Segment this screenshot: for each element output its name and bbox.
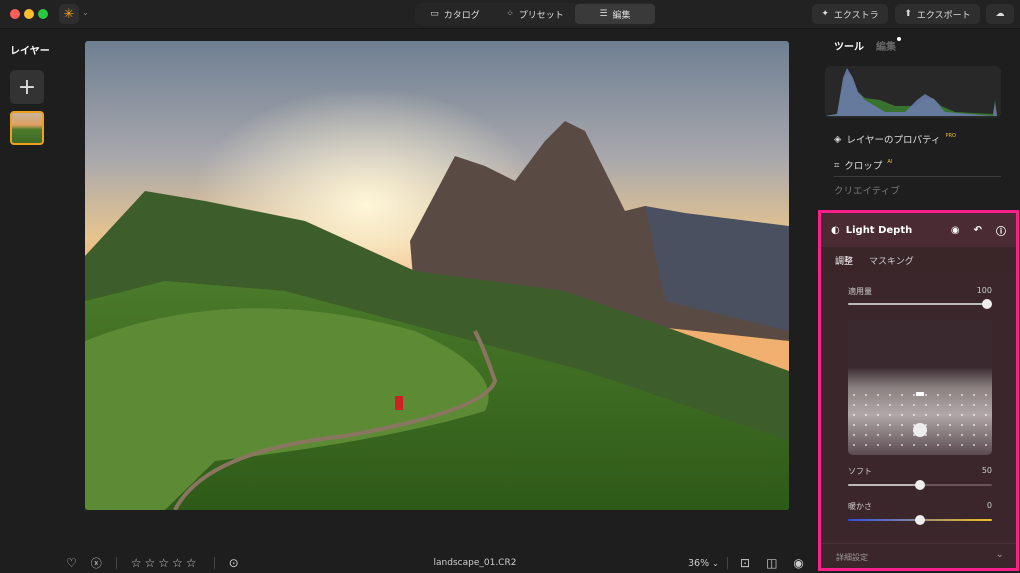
- amount-slider[interactable]: [848, 299, 992, 309]
- landscape-photo: [85, 41, 789, 510]
- extras-button[interactable]: ✦ エクストラ: [812, 4, 888, 24]
- warmth-slider[interactable]: [848, 515, 992, 525]
- light-depth-header: ◐ Light Depth ◉ ↶ ⓘ: [821, 213, 1016, 247]
- crop-icon: ⌗: [834, 159, 840, 171]
- sliders-icon: ☰: [599, 9, 608, 19]
- reset-undo-icon[interactable]: ↶: [974, 225, 982, 236]
- tab-catalog[interactable]: ▭ カタログ: [415, 4, 495, 24]
- histogram: [825, 66, 1001, 118]
- chevron-down-icon[interactable]: ⌄: [996, 549, 1004, 560]
- sun-logo-icon: ✳: [63, 6, 75, 22]
- close-window-button[interactable]: [10, 9, 20, 19]
- light-depth-icon: ◐: [831, 224, 840, 236]
- cloud-button[interactable]: ☁: [986, 4, 1014, 24]
- minimize-window-button[interactable]: [24, 9, 34, 19]
- wand-icon: ⁘: [506, 9, 514, 19]
- amount-label: 適用量: [848, 287, 872, 296]
- depth-map-control[interactable]: [848, 320, 992, 455]
- tab-edit[interactable]: ☰ 編集: [575, 4, 655, 24]
- advanced-settings-toggle[interactable]: 詳細設定: [836, 552, 868, 563]
- crop-item[interactable]: ⌗ クロップ AI: [834, 158, 892, 172]
- heart-icon[interactable]: ♡: [66, 556, 77, 570]
- top-bar: ✳ ⌄ ▭ カタログ ⁘ プリセット ☰ 編集 ✦ エクストラ ⬆ エクスポート ☁: [0, 0, 1020, 29]
- warmth-value: 0: [986, 501, 992, 510]
- tab-presets[interactable]: ⁘ プリセット: [495, 4, 575, 24]
- plus-icon: +: [17, 74, 37, 100]
- more-options-icon[interactable]: ⊙: [229, 556, 239, 570]
- amount-value: 100: [976, 286, 992, 295]
- sparkle-icon: ✦: [821, 9, 829, 19]
- soft-slider[interactable]: [848, 480, 992, 490]
- tab-edit-panel[interactable]: 編集: [876, 38, 896, 53]
- soft-label: ソフト: [848, 467, 872, 476]
- divider: [115, 557, 117, 569]
- chevron-down-icon[interactable]: ⌄: [82, 8, 89, 17]
- light-depth-body: 適用量 100 ソフト 50 暖かさ 0 詳細設定 ⌄: [821, 273, 1016, 568]
- export-button[interactable]: ⬆ エクスポート: [895, 4, 980, 24]
- app-logo-menu[interactable]: ✳: [59, 4, 79, 24]
- divider: [821, 543, 1016, 544]
- compare-split-icon[interactable]: ◫: [766, 556, 777, 570]
- visibility-eye-icon[interactable]: ◉: [951, 225, 960, 236]
- divider: [213, 557, 215, 569]
- reject-icon[interactable]: ⓧ: [91, 555, 102, 571]
- add-layer-button[interactable]: +: [10, 70, 44, 104]
- cloud-icon: ☁: [995, 9, 1005, 19]
- depth-grid: [848, 390, 992, 450]
- depth-point-handle[interactable]: [913, 423, 927, 437]
- layers-icon: ◈: [834, 133, 842, 145]
- maximize-window-button[interactable]: [38, 9, 48, 19]
- layer-properties-item[interactable]: ◈ レイヤーのプロパティ PRO: [834, 132, 956, 146]
- photo-canvas[interactable]: [85, 41, 789, 510]
- filename: landscape_01.CR2: [433, 558, 517, 568]
- rating-toolbar: ♡ ⓧ ☆☆☆☆☆ ⊙: [66, 553, 239, 573]
- divider: [727, 557, 728, 569]
- warmth-label: 暖かさ: [848, 502, 872, 511]
- star-rating[interactable]: ☆☆☆☆☆: [131, 556, 200, 570]
- creative-section[interactable]: クリエイティブ: [834, 183, 900, 197]
- mode-switcher: ▭ カタログ ⁘ プリセット ☰ 編集: [415, 3, 655, 25]
- folder-icon: ▭: [430, 9, 439, 19]
- light-depth-tabs: 調整 マスキング: [821, 247, 1016, 273]
- export-icon: ⬆: [904, 9, 912, 19]
- preview-eye-icon[interactable]: ◉: [793, 556, 803, 570]
- soft-value: 50: [981, 466, 992, 475]
- tab-tools[interactable]: ツール: [834, 38, 864, 53]
- info-icon[interactable]: ⓘ: [996, 223, 1006, 238]
- light-depth-panel: ◐ Light Depth ◉ ↶ ⓘ 調整 マスキング 適用量 100 ソフト…: [818, 210, 1019, 571]
- view-toolbar: ⊡ ◫ ◉: [740, 553, 804, 573]
- layer-thumbnail[interactable]: [10, 111, 44, 145]
- unsaved-dot: [897, 37, 901, 41]
- tab-adjust[interactable]: 調整: [835, 254, 853, 267]
- zoom-dropdown[interactable]: 36% ⌄: [688, 553, 719, 573]
- horizon-handle[interactable]: [916, 392, 924, 396]
- presentation-icon[interactable]: ⊡: [740, 556, 750, 570]
- chevron-down-icon: ⌄: [712, 558, 719, 568]
- tab-masking[interactable]: マスキング: [869, 254, 914, 267]
- layers-title: レイヤー: [10, 46, 50, 57]
- divider: [834, 176, 1001, 177]
